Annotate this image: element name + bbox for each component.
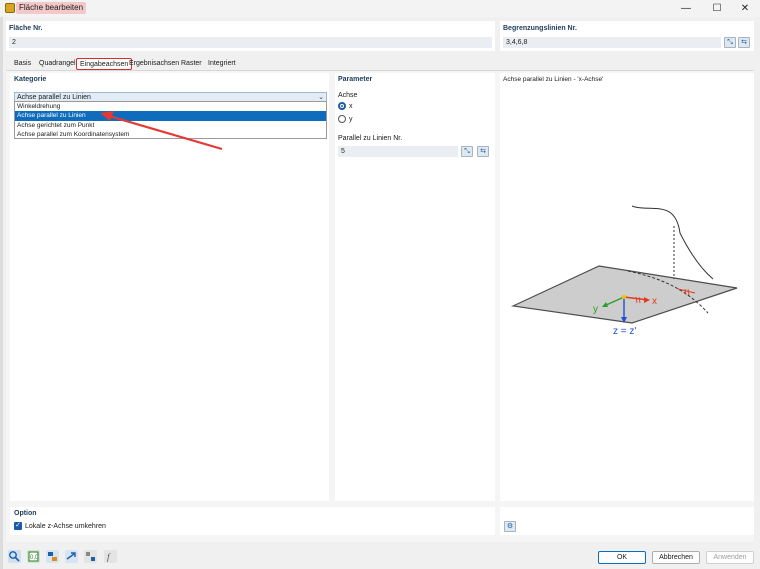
tab-basis[interactable]: Basis: [11, 58, 34, 70]
radio-x-label: x: [349, 103, 353, 110]
reverse-icon[interactable]: ⇆: [477, 146, 489, 157]
settings-icon[interactable]: ⚙: [504, 521, 516, 532]
ok-button[interactable]: OK: [598, 551, 646, 564]
window-title: Fläche bearbeiten: [16, 2, 87, 14]
arrow-icon[interactable]: [65, 550, 78, 563]
z-axis-checkbox-label: Lokale z-Achse umkehren: [25, 523, 106, 530]
kategorie-title: Kategorie: [14, 76, 47, 83]
reverse-icon[interactable]: ⇆: [738, 37, 750, 48]
flaeche-field[interactable]: 2: [9, 37, 492, 48]
close-button[interactable]: ✕: [730, 0, 760, 17]
radio-y-label: y: [349, 116, 353, 123]
tab-integriert[interactable]: Integriert: [205, 58, 239, 70]
units-icon[interactable]: [46, 550, 59, 563]
maximize-button[interactable]: ☐: [702, 0, 732, 17]
left-edge: [0, 17, 3, 569]
pick-icon[interactable]: ⤡: [724, 37, 736, 48]
tab-ergebnisachsen[interactable]: Ergebnisachsen: [126, 58, 182, 70]
parallel-label: Parallel zu Linien Nr.: [338, 135, 403, 142]
svg-text:0,0: 0,0: [30, 555, 39, 561]
annotation-arrow: [100, 111, 223, 151]
settings-icon[interactable]: [84, 550, 97, 563]
option-panel: Option ✓ Lokale z-Achse umkehren: [10, 507, 495, 535]
kategorie-selected: Achse parallel zu Linien: [17, 94, 91, 101]
linien-field[interactable]: 3,4,6,8: [503, 37, 721, 48]
achse-label: Achse: [338, 92, 358, 99]
svg-text:f: f: [107, 552, 111, 562]
calc-icon[interactable]: 0,0: [27, 550, 40, 563]
tab-quadrangel[interactable]: Quadrangel: [36, 58, 79, 70]
axis-y-label: y: [593, 304, 598, 315]
option-title: Option: [14, 510, 37, 517]
radio-y[interactable]: [338, 115, 346, 123]
linien-panel: Begrenzungslinien Nr. 3,4,6,8 ⤡ ⇆: [500, 21, 754, 51]
radio-x[interactable]: [338, 102, 346, 110]
apply-button[interactable]: Anwenden: [706, 551, 754, 564]
flaeche-panel: Fläche Nr. 2: [6, 21, 495, 51]
preview-toolbar: ⚙: [500, 507, 754, 535]
search-icon[interactable]: [8, 550, 21, 563]
parameter-panel: Parameter Achse x y Parallel zu Linien N…: [335, 73, 495, 501]
cancel-button[interactable]: Abbrechen: [652, 551, 700, 564]
pick-icon[interactable]: ⤡: [461, 146, 473, 157]
flaeche-label: Fläche Nr.: [9, 25, 43, 32]
z-axis-checkbox[interactable]: ✓: [14, 522, 22, 530]
axis-x-label: x: [652, 296, 657, 307]
parallel-field[interactable]: 5: [338, 146, 458, 157]
title-bar: [0, 0, 760, 17]
tab-eingabeachsen[interactable]: Eingabeachsen: [76, 58, 133, 70]
minimize-button[interactable]: —: [671, 0, 701, 17]
preview-diagram: y x z = z': [510, 205, 738, 337]
function-icon[interactable]: f: [104, 550, 117, 563]
app-icon: [5, 3, 15, 13]
linien-label: Begrenzungslinien Nr.: [503, 25, 577, 32]
parameter-title: Parameter: [338, 76, 373, 83]
tab-raster[interactable]: Raster: [178, 58, 205, 70]
axis-z-label: z = z': [613, 326, 636, 337]
